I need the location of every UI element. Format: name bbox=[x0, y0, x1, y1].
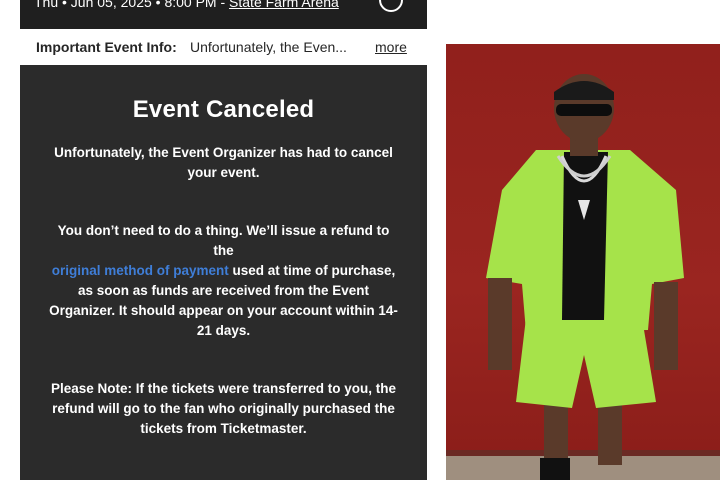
cancel-message: Unfortunately, the Event Organizer has h… bbox=[54, 145, 393, 180]
venue-separator: - bbox=[216, 0, 230, 10]
payment-method-link[interactable]: original method of payment bbox=[52, 263, 229, 278]
event-date-line: Thu • Jun 05, 2025 • 8:00 PM - State Far… bbox=[34, 0, 339, 10]
person-illustration bbox=[486, 74, 684, 480]
artist-photo bbox=[446, 0, 720, 480]
info-label: Important Event Info: bbox=[36, 39, 177, 55]
event-header-bar: Thu • Jun 05, 2025 • 8:00 PM - State Far… bbox=[20, 0, 427, 29]
refund-message: You don’t need to do a thing. We’ll issu… bbox=[48, 221, 399, 341]
divider bbox=[433, 0, 446, 480]
event-date: Thu • Jun 05, 2025 • 8:00 PM bbox=[34, 0, 217, 10]
panel-title: Event Canceled bbox=[132, 96, 315, 123]
refund-text-a: You don’t need to do a thing. We’ll issu… bbox=[57, 223, 390, 258]
more-link[interactable]: more bbox=[375, 39, 407, 55]
ticket-screen: Thu • Jun 05, 2025 • 8:00 PM - State Far… bbox=[0, 0, 446, 480]
event-canceled-panel: Event Canceled Unfortunately, the Event … bbox=[20, 65, 427, 480]
important-info-bar: Important Event Info: Unfortunately, the… bbox=[20, 29, 427, 66]
share-icon[interactable] bbox=[379, 0, 403, 12]
venue-link[interactable]: State Farm Arena bbox=[229, 0, 339, 10]
info-text: Unfortunately, the Even... bbox=[190, 39, 347, 55]
transfer-note: Please Note: If the tickets were transfe… bbox=[50, 381, 397, 436]
